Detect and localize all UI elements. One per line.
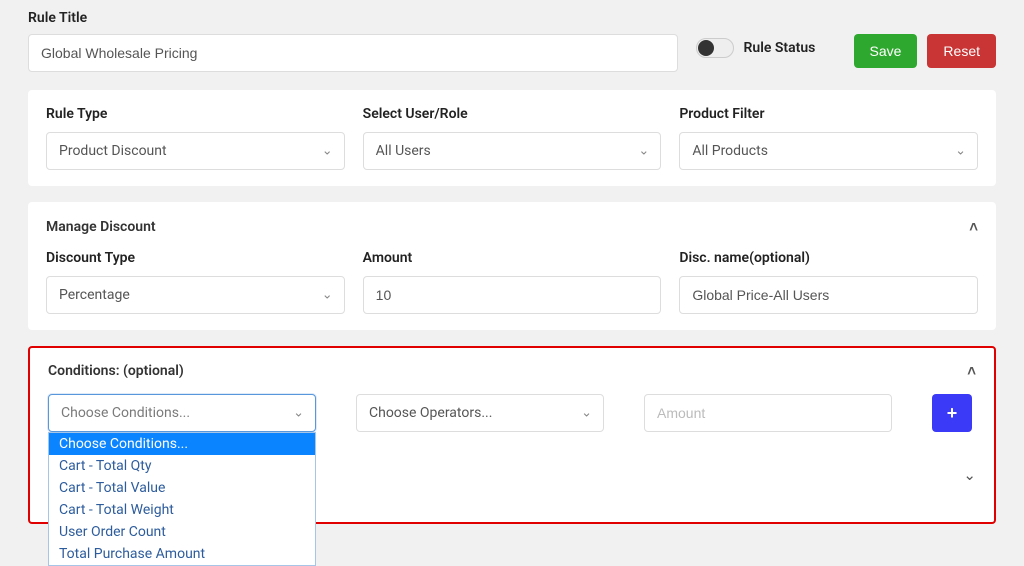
choose-conditions-select[interactable]: Choose Conditions...: [48, 394, 316, 432]
rule-type-select-wrap[interactable]: Product Discount ⌄: [46, 132, 345, 170]
discount-type-col: Discount Type Percentage ⌄: [46, 250, 345, 314]
discount-type-select-wrap[interactable]: Percentage ⌄: [46, 276, 345, 314]
add-condition-button[interactable]: +: [932, 394, 972, 432]
rule-type-label: Rule Type: [46, 106, 345, 122]
manage-discount-card: Manage Discount ˄ Discount Type Percenta…: [28, 202, 996, 330]
product-filter-select-wrap[interactable]: All Products ⌄: [679, 132, 978, 170]
discount-name-label: Disc. name(optional): [679, 250, 978, 266]
action-buttons: Save Reset: [854, 10, 997, 68]
product-filter-col: Product Filter All Products ⌄: [679, 106, 978, 170]
rule-status-block: Rule Status: [696, 10, 836, 58]
rule-config-card: Rule Type Product Discount ⌄ Select User…: [28, 90, 996, 186]
rule-title-block: Rule Title: [28, 10, 678, 72]
dropdown-option[interactable]: Choose Conditions...: [49, 433, 315, 455]
user-role-select-wrap[interactable]: All Users ⌄: [363, 132, 662, 170]
conditions-header: Conditions: (optional) ˄: [48, 362, 976, 380]
dropdown-option[interactable]: User Order Count: [49, 521, 315, 543]
rule-title-input[interactable]: [28, 34, 678, 72]
rule-type-select[interactable]: Product Discount: [46, 132, 345, 170]
manage-discount-title: Manage Discount: [46, 219, 156, 235]
conditions-card: Conditions: (optional) ˄ Choose Conditio…: [28, 346, 996, 524]
collapse-icon[interactable]: ˄: [967, 362, 976, 380]
discount-name-input[interactable]: [679, 276, 978, 314]
extra-collapse-icon[interactable]: ⌄: [963, 466, 976, 484]
rule-title-label: Rule Title: [28, 10, 678, 26]
discount-type-label: Discount Type: [46, 250, 345, 266]
discount-amount-input[interactable]: [363, 276, 662, 314]
rule-status-label: Rule Status: [744, 40, 816, 56]
reset-button[interactable]: Reset: [927, 34, 996, 68]
dropdown-option[interactable]: Cart - Total Value: [49, 477, 315, 499]
user-role-select[interactable]: All Users: [363, 132, 662, 170]
conditions-title: Conditions: (optional): [48, 363, 184, 379]
dropdown-option[interactable]: Cart - Total Qty: [49, 455, 315, 477]
user-role-col: Select User/Role All Users ⌄: [363, 106, 662, 170]
discount-amount-label: Amount: [363, 250, 662, 266]
user-role-label: Select User/Role: [363, 106, 662, 122]
conditions-row: Choose Conditions... ⌄ Choose Operators.…: [48, 394, 976, 432]
product-filter-label: Product Filter: [679, 106, 978, 122]
product-filter-select[interactable]: All Products: [679, 132, 978, 170]
discount-amount-col: Amount: [363, 250, 662, 314]
manage-discount-header: Manage Discount ˄: [46, 218, 978, 236]
discount-name-col: Disc. name(optional): [679, 250, 978, 314]
rule-status-toggle[interactable]: [696, 38, 734, 58]
config-row: Rule Type Product Discount ⌄ Select User…: [46, 106, 978, 170]
discount-row: Discount Type Percentage ⌄ Amount Disc. …: [46, 250, 978, 314]
discount-type-select[interactable]: Percentage: [46, 276, 345, 314]
rule-type-col: Rule Type Product Discount ⌄: [46, 106, 345, 170]
choose-conditions-wrap[interactable]: Choose Conditions... ⌄: [48, 394, 316, 432]
choose-operators-select[interactable]: Choose Operators...: [356, 394, 604, 432]
dropdown-option[interactable]: Cart - Total Weight: [49, 499, 315, 521]
choose-operators-wrap[interactable]: Choose Operators... ⌄: [356, 394, 604, 432]
rule-header: Rule Title Rule Status Save Reset: [28, 10, 996, 72]
save-button[interactable]: Save: [854, 34, 918, 68]
chevron-down-icon[interactable]: ⌄: [963, 466, 976, 484]
condition-amount-input[interactable]: [644, 394, 892, 432]
conditions-dropdown[interactable]: Choose Conditions... Cart - Total Qty Ca…: [48, 432, 316, 566]
collapse-icon[interactable]: ˄: [969, 218, 978, 236]
dropdown-option[interactable]: Total Purchase Amount: [49, 543, 315, 565]
